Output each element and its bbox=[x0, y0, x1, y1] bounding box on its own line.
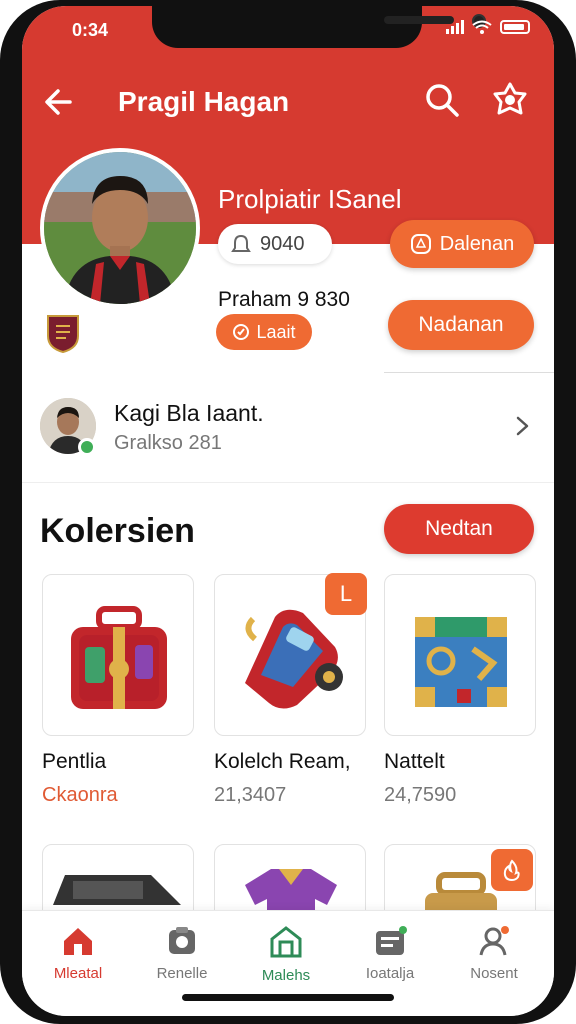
nav-label: Nosent bbox=[470, 965, 518, 982]
profile-avatar[interactable] bbox=[40, 148, 200, 308]
bell-icon bbox=[231, 234, 251, 252]
message-button[interactable]: Nadanan bbox=[388, 300, 534, 350]
player-photo bbox=[44, 152, 196, 304]
profile-stat: Praham 9 830 bbox=[218, 288, 350, 311]
like-icon bbox=[233, 324, 250, 340]
nav-item-profile[interactable]: Nosent bbox=[444, 925, 544, 995]
battery-icon bbox=[500, 20, 530, 34]
card-tag-badge: L bbox=[325, 573, 367, 615]
treasure-chest-icon bbox=[415, 617, 507, 707]
inbox-icon bbox=[376, 926, 407, 955]
online-status-badge bbox=[78, 438, 96, 456]
search-icon[interactable] bbox=[422, 80, 462, 120]
device-frame: 0:34 Pragil Hagan Prolpiatir ISanel 9040… bbox=[0, 0, 576, 1024]
flame-icon bbox=[503, 859, 520, 881]
home-icon bbox=[64, 928, 92, 955]
followers-count: 9040 bbox=[260, 232, 305, 255]
followers-pill[interactable]: 9040 bbox=[218, 224, 332, 264]
club-crest-icon bbox=[47, 315, 79, 354]
item-price: 24,7590 bbox=[384, 784, 457, 806]
nav-label: Mleatal bbox=[53, 965, 103, 982]
status-time: 0:34 bbox=[72, 20, 109, 40]
nav-label: Ioatalja bbox=[365, 965, 415, 982]
store-icon bbox=[270, 926, 302, 958]
message-label: Nadanan bbox=[418, 313, 504, 336]
item-price: 21,3407 bbox=[214, 784, 287, 806]
section-title: Kolersien bbox=[40, 512, 195, 550]
divider bbox=[384, 372, 554, 373]
nav-item-home[interactable]: Mleatal bbox=[28, 925, 128, 995]
item-name: Pentlia bbox=[42, 750, 107, 773]
top-app-bar: Pragil Hagan bbox=[22, 76, 554, 124]
nav-label: Malehs bbox=[261, 967, 311, 984]
speaker bbox=[384, 16, 454, 24]
card-tag-badge bbox=[491, 849, 533, 891]
follow-label: Dalenan bbox=[439, 232, 515, 255]
divider bbox=[22, 482, 554, 483]
nav-label: Renelle bbox=[156, 965, 208, 982]
achievement-badge-icon[interactable] bbox=[490, 80, 530, 120]
item-price: Ckaonra bbox=[42, 784, 118, 806]
back-arrow-icon[interactable] bbox=[40, 82, 80, 122]
collection-card-1[interactable] bbox=[42, 574, 194, 736]
page-title: Pragil Hagan bbox=[118, 86, 290, 117]
see-all-button[interactable]: Nedtan bbox=[384, 504, 534, 554]
notch bbox=[152, 6, 486, 48]
nav-item-shop[interactable]: Renelle bbox=[132, 925, 232, 995]
profile-name: Prolpiatir ISanel bbox=[218, 184, 402, 214]
follow-icon bbox=[410, 234, 431, 254]
like-button[interactable]: Laait bbox=[216, 314, 312, 350]
signal-icon bbox=[446, 20, 464, 34]
status-icons bbox=[446, 20, 530, 34]
profile-icon bbox=[479, 926, 509, 956]
collection-card-3[interactable] bbox=[384, 574, 536, 736]
home-indicator[interactable] bbox=[182, 994, 394, 1001]
gift-box-icon bbox=[71, 606, 167, 709]
contact-subtitle: Gralkso 281 bbox=[114, 432, 222, 454]
like-label: Laait bbox=[256, 321, 296, 342]
wifi-icon bbox=[472, 20, 492, 34]
nav-item-inbox[interactable]: Ioatalja bbox=[340, 925, 440, 995]
item-name: Nattelt bbox=[384, 750, 445, 773]
shop-icon bbox=[169, 927, 195, 954]
contact-row[interactable]: Kagi Bla Iaant. Gralkso 281 bbox=[22, 386, 554, 476]
collection-card-2[interactable]: L bbox=[214, 573, 367, 736]
nav-item-store[interactable]: Malehs bbox=[236, 925, 336, 995]
item-name: Kolelch Ream, bbox=[214, 750, 351, 773]
chevron-right-icon[interactable] bbox=[510, 412, 534, 440]
screen: 0:34 Pragil Hagan Prolpiatir ISanel 9040… bbox=[22, 6, 554, 1016]
contact-name: Kagi Bla Iaant. bbox=[114, 400, 264, 426]
follow-button[interactable]: Dalenan bbox=[390, 220, 534, 268]
